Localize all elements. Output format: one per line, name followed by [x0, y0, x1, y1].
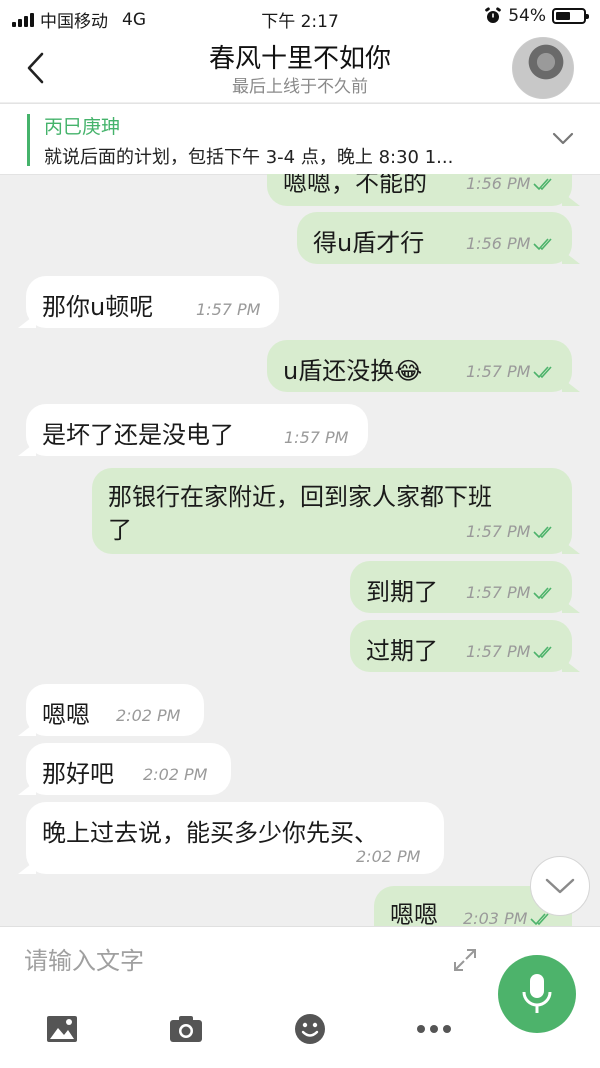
double-check-icon — [533, 365, 553, 378]
pinned-message[interactable]: 丙巳庚珅 就说后面的计划，包括下午 3-4 点，晚上 8:30 1... — [0, 103, 600, 175]
pinned-accent-bar — [27, 114, 30, 166]
message-text: 是坏了还是没电了 — [42, 421, 234, 449]
message-bubble-outgoing[interactable]: 那银行在家附近，回到家人家都下班 了 1:57 PM — [92, 468, 580, 554]
message-bubble-incoming[interactable]: 是坏了还是没电了 1:57 PM — [18, 404, 368, 456]
double-check-icon — [533, 645, 553, 658]
message-text: 到期了 — [366, 578, 438, 606]
pinned-text: 就说后面的计划，包括下午 3-4 点，晚上 8:30 1... — [44, 147, 454, 168]
image-icon — [47, 1016, 77, 1042]
message-time: 2:02 PM — [143, 765, 208, 784]
message-text: u盾还没换😂 — [283, 357, 423, 385]
message-text: 嗯嗯 — [42, 701, 90, 729]
voice-record-button[interactable] — [498, 955, 576, 1033]
message-time: 1:57 PM — [466, 362, 531, 381]
message-bubble-incoming[interactable]: 晚上过去说，能买多少你先买、 2:02 PM — [18, 802, 444, 874]
chevron-down-icon — [545, 878, 575, 894]
message-bubble-outgoing[interactable]: 得u盾才行 1:56 PM — [297, 212, 580, 264]
message-text: 那好吧 — [42, 760, 114, 788]
double-check-icon — [533, 237, 553, 250]
message-text: 嗯嗯，不能的 — [283, 174, 427, 197]
image-picker-button[interactable] — [42, 1011, 82, 1047]
status-bar: 中国移动 4G 下午 2:17 54% — [0, 0, 600, 34]
emoji-icon — [295, 1014, 325, 1044]
expand-arrows-icon[interactable] — [452, 947, 478, 973]
battery-icon — [552, 8, 589, 24]
message-time: 1:57 PM — [284, 428, 349, 447]
message-time: 1:57 PM — [196, 300, 261, 319]
message-text: 晚上过去说，能买多少你先买、 — [42, 819, 378, 847]
message-bubble-incoming[interactable]: 那好吧 2:02 PM — [18, 743, 231, 795]
alarm-icon — [485, 7, 502, 23]
double-check-icon — [533, 177, 553, 190]
message-text: 那你u顿呢 — [42, 293, 154, 321]
message-time: 2:02 PM — [356, 847, 421, 866]
message-bubble-outgoing[interactable]: u盾还没换😂 1:57 PM — [267, 340, 580, 392]
message-time: 1:57 PM — [466, 522, 531, 541]
message-bubble-outgoing[interactable]: 过期了 1:57 PM — [350, 620, 580, 672]
message-bubble-incoming[interactable]: 那你u顿呢 1:57 PM — [18, 276, 279, 328]
message-bubble-outgoing[interactable]: 嗯嗯，不能的 1:56 PM — [267, 174, 580, 206]
message-time: 2:02 PM — [116, 706, 181, 725]
last-seen: 最后上线于不久前 — [232, 77, 368, 97]
pinned-title: 丙巳庚珅 — [44, 116, 121, 138]
message-time: 1:57 PM — [466, 583, 531, 602]
chevron-down-icon[interactable] — [552, 132, 574, 146]
double-check-icon — [533, 586, 553, 599]
message-input[interactable]: 请输入文字 — [24, 941, 444, 981]
message-time: 1:56 PM — [466, 174, 531, 193]
emoji-button[interactable] — [290, 1011, 330, 1047]
message-time: 1:57 PM — [466, 642, 531, 661]
message-text-line2: 了 — [108, 516, 132, 544]
message-time: 2:03 PM — [463, 909, 528, 926]
more-options-button[interactable] — [414, 1011, 454, 1047]
battery-percent: 54% — [508, 6, 546, 26]
scroll-to-bottom-button[interactable] — [530, 856, 590, 916]
chat-header: 春风十里不如你 最后上线于不久前 — [0, 34, 600, 102]
more-icon — [417, 1025, 451, 1033]
microphone-icon — [522, 974, 552, 1013]
avatar[interactable] — [512, 37, 574, 99]
message-time: 1:56 PM — [466, 234, 531, 253]
message-text: 嗯嗯 — [390, 901, 438, 926]
camera-button[interactable] — [166, 1011, 206, 1047]
message-bubble-outgoing[interactable]: 到期了 1:57 PM — [350, 561, 580, 613]
message-list[interactable]: 嗯嗯，不能的 1:56 PM 得u盾才行 1:56 PM 那你u顿呢 1:57 … — [0, 174, 600, 926]
camera-icon — [170, 1016, 202, 1042]
composer: 请输入文字 — [0, 926, 600, 1068]
message-text: 得u盾才行 — [313, 229, 425, 257]
chat-title[interactable]: 春风十里不如你 — [0, 38, 600, 75]
message-text: 那银行在家附近，回到家人家都下班 — [108, 483, 492, 511]
message-text: 过期了 — [366, 637, 438, 665]
message-bubble-incoming[interactable]: 嗯嗯 2:02 PM — [18, 684, 204, 736]
double-check-icon — [533, 525, 553, 538]
